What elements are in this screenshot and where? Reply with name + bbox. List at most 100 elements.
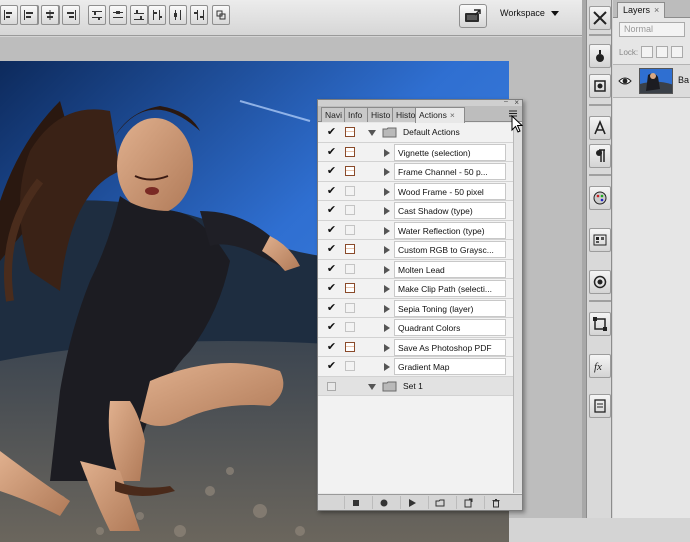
expand-triangle-icon[interactable] xyxy=(384,343,390,352)
checkmark-icon[interactable]: ✔ xyxy=(325,263,338,276)
expand-triangle-icon[interactable] xyxy=(384,168,390,176)
action-item[interactable]: ✔ Molten Lead xyxy=(318,260,514,279)
checkmark-icon[interactable]: ✔ xyxy=(325,204,338,217)
dialog-toggle-icon[interactable] xyxy=(345,302,355,313)
dialog-toggle-icon[interactable] xyxy=(345,205,355,215)
checkmark-icon[interactable]: ✔ xyxy=(325,302,338,315)
action-set-row[interactable]: ✔ Default Actions xyxy=(318,123,514,143)
action-item[interactable]: ✔ Make Clip Path (selecti... xyxy=(318,279,514,299)
tab-actions[interactable]: Actions × xyxy=(415,107,465,123)
action-item[interactable]: ✔ Gradient Map xyxy=(318,357,514,377)
checkmark-icon[interactable]: ✔ xyxy=(325,321,338,334)
dialog-toggle-icon[interactable] xyxy=(345,283,355,293)
tools-toggle-button[interactable] xyxy=(589,6,611,30)
tab-navigator[interactable]: Navi xyxy=(321,107,345,122)
workspace-menu-button[interactable]: Workspace xyxy=(500,8,559,18)
action-item[interactable]: ✔ Wood Frame - 50 pixel xyxy=(318,182,514,201)
brush-panel-button[interactable] xyxy=(589,44,611,68)
align-left-edges-icon[interactable] xyxy=(0,5,18,25)
lock-pixels-checkbox[interactable] xyxy=(656,46,669,58)
color-panel-button[interactable] xyxy=(589,186,611,210)
expand-triangle-icon[interactable] xyxy=(384,148,390,157)
minimize-icon[interactable]: – xyxy=(504,98,510,105)
distribute-bottom-icon[interactable] xyxy=(130,5,148,25)
lock-position-checkbox[interactable] xyxy=(671,46,684,58)
distribute-left-icon[interactable] xyxy=(148,5,166,25)
swatches-panel-button[interactable] xyxy=(589,228,611,252)
expand-triangle-icon[interactable] xyxy=(384,363,390,371)
checkmark-icon[interactable]: ✔ xyxy=(325,360,338,373)
distribute-top-icon[interactable] xyxy=(88,5,106,25)
expand-triangle-icon[interactable] xyxy=(384,207,390,215)
expand-triangle-icon[interactable] xyxy=(368,383,376,390)
notes-panel-button[interactable] xyxy=(589,394,611,418)
tool-presets-button[interactable] xyxy=(589,74,611,98)
styles-panel-button[interactable] xyxy=(589,270,611,294)
action-item[interactable]: ✔ Frame Channel - 50 p... xyxy=(318,162,514,182)
dialog-toggle-icon[interactable] xyxy=(345,361,355,371)
checkmark-icon[interactable]: ✔ xyxy=(325,341,338,354)
new-action-button[interactable] xyxy=(456,496,478,509)
palette-well-button[interactable] xyxy=(459,4,487,28)
lock-transparency-checkbox[interactable] xyxy=(641,46,654,58)
align-right-icon[interactable] xyxy=(62,5,80,25)
checkmark-icon[interactable]: ✔ xyxy=(325,243,338,256)
action-item[interactable]: ✔ Custom RGB to Graysc... xyxy=(318,240,514,260)
distribute-vertical-centers-icon[interactable] xyxy=(109,5,127,25)
expand-triangle-icon[interactable] xyxy=(384,226,390,235)
action-item[interactable]: ✔ Save As Photoshop PDF xyxy=(318,338,514,357)
blend-mode-select[interactable]: Normal xyxy=(619,22,685,37)
tab-histogram[interactable]: Histo xyxy=(367,107,393,122)
expand-triangle-icon[interactable] xyxy=(384,285,390,293)
paragraph-panel-button[interactable] xyxy=(589,144,611,168)
play-button[interactable] xyxy=(400,496,422,509)
expand-triangle-icon[interactable] xyxy=(384,304,390,313)
tab-history[interactable]: Histo xyxy=(392,107,416,122)
expand-triangle-icon[interactable] xyxy=(368,130,376,136)
checkmark-icon[interactable]: ✔ xyxy=(325,224,338,237)
dialog-toggle-icon[interactable] xyxy=(345,185,355,196)
new-set-button[interactable] xyxy=(428,496,450,509)
stop-button[interactable] xyxy=(344,496,366,509)
checkmark-icon[interactable]: ✔ xyxy=(325,126,338,139)
checkmark-icon[interactable]: ✔ xyxy=(325,282,338,295)
dialog-toggle-icon[interactable] xyxy=(345,146,355,157)
transform-panel-button[interactable] xyxy=(589,312,611,336)
checkmark-icon[interactable]: ✔ xyxy=(325,185,338,198)
checkmark-icon[interactable]: ✔ xyxy=(325,146,338,159)
delete-button[interactable] xyxy=(484,496,506,509)
panel-scrollbar[interactable] xyxy=(513,123,522,493)
align-horizontal-centers-icon[interactable] xyxy=(41,5,59,25)
checkmark-icon[interactable]: ✔ xyxy=(325,165,338,178)
action-item[interactable]: ✔ Cast Shadow (type) xyxy=(318,201,514,221)
action-item[interactable]: ✔ Vignette (selection) xyxy=(318,143,514,162)
eye-icon[interactable] xyxy=(618,75,632,87)
dialog-toggle-icon[interactable] xyxy=(345,127,355,137)
action-item[interactable]: ✔ Water Reflection (type) xyxy=(318,221,514,240)
tab-close-icon[interactable]: × xyxy=(654,3,659,18)
align-left-icon[interactable] xyxy=(20,5,38,25)
tab-close-icon[interactable]: × xyxy=(450,110,455,120)
distribute-right-icon[interactable] xyxy=(190,5,208,25)
tab-layers[interactable]: Layers × xyxy=(617,2,666,18)
character-panel-button[interactable] xyxy=(589,116,611,140)
dialog-toggle-icon[interactable] xyxy=(345,322,355,332)
dialog-toggle-icon[interactable] xyxy=(345,244,355,254)
distribute-horizontal-centers-icon[interactable] xyxy=(169,5,187,25)
layer-row[interactable]: Ba xyxy=(613,64,690,98)
layer-thumbnail[interactable] xyxy=(639,68,673,94)
auto-align-layers-icon[interactable] xyxy=(212,5,230,25)
tab-info[interactable]: Info xyxy=(344,107,368,122)
expand-triangle-icon[interactable] xyxy=(384,187,390,196)
action-item[interactable]: ✔ Sepia Toning (layer) xyxy=(318,299,514,318)
action-set-row[interactable]: Set 1 xyxy=(318,376,514,396)
expand-triangle-icon[interactable] xyxy=(384,324,390,332)
expand-triangle-icon[interactable] xyxy=(384,246,390,254)
action-item[interactable]: ✔ Quadrant Colors xyxy=(318,318,514,338)
dialog-toggle-icon[interactable] xyxy=(345,341,355,352)
dialog-toggle-icon[interactable] xyxy=(345,166,355,176)
record-button[interactable] xyxy=(372,496,394,509)
dialog-toggle-icon[interactable] xyxy=(345,263,355,274)
dialog-toggle-icon[interactable] xyxy=(345,224,355,235)
checkmark-icon[interactable] xyxy=(327,381,336,391)
